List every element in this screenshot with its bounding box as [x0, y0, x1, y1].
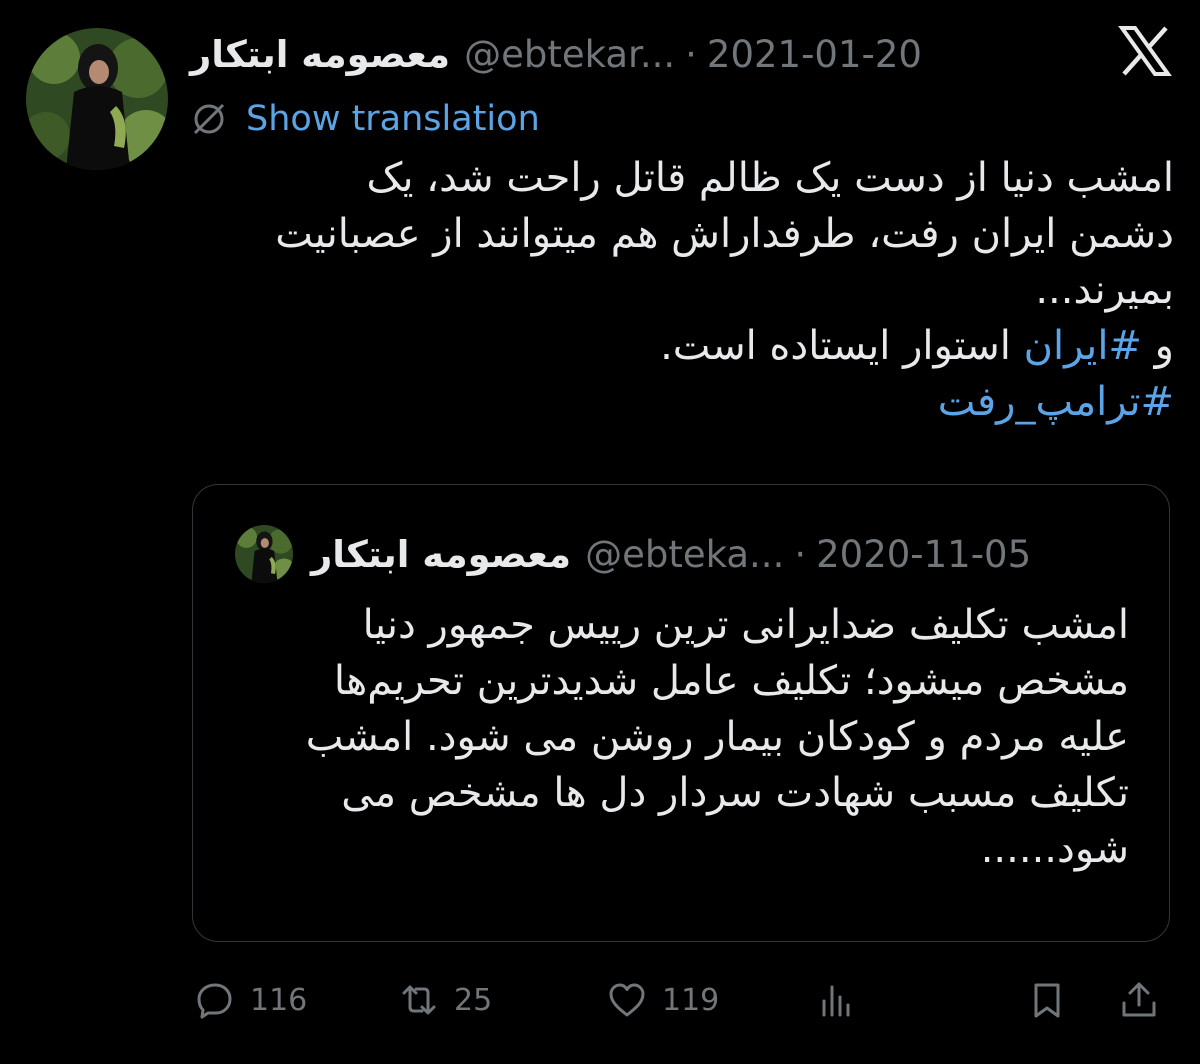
tweet-date[interactable]: 2021-01-20: [707, 33, 922, 76]
author-avatar[interactable]: [26, 28, 168, 170]
bookmark-button[interactable]: [1026, 968, 1068, 1032]
tweet-header: معصومه ابتکار @ebtekar... · 2021-01-20: [190, 26, 922, 82]
tweet-text: امشب دنیا از دست یک ظالم قاتل راحت شد، ی…: [190, 150, 1174, 430]
like-count: 119: [662, 982, 720, 1018]
action-bar: 116 25 119: [190, 968, 1174, 1032]
reply-button[interactable]: 116: [194, 968, 307, 1032]
x-logo-icon: [1116, 22, 1174, 80]
hashtag-trump-left[interactable]: #ترامپ_رفت: [938, 379, 1174, 425]
author-handle[interactable]: @ebtekar...: [464, 33, 675, 76]
quoted-line: مشخص میشود؛ تکلیف عامل شدیدترین تحریم‌ها: [333, 658, 1129, 704]
quoted-line: امشب تکلیف ضدایرانی ترین رییس جمهور دنیا: [362, 602, 1129, 648]
separator-dot: ·: [685, 32, 697, 76]
tweet-line: و #ایران استوار ایستاده است.: [190, 318, 1174, 374]
share-button[interactable]: [1118, 968, 1160, 1032]
tweet-line: دشمن ایران رفت، طرفداراش هم میتوانند از …: [275, 211, 1174, 257]
reply-icon: [197, 983, 232, 1019]
views-button[interactable]: [816, 968, 858, 1032]
views-icon: [822, 985, 850, 1017]
tweet-word: استوار ایستاده است.: [660, 323, 1011, 369]
tweet-line: امشب دنیا از دست یک ظالم قاتل راحت شد، ی…: [366, 155, 1174, 201]
quoted-author-handle: @ebteka...: [585, 532, 785, 576]
tweet-line: #ترامپ_رفت: [190, 374, 1174, 430]
repost-button[interactable]: 25: [398, 968, 492, 1032]
quoted-line: تکلیف مسبب شهادت سردار دل ها مشخص می: [341, 770, 1129, 816]
quoted-date: 2020-11-05: [816, 532, 1032, 576]
author-name[interactable]: معصومه ابتکار: [190, 33, 450, 76]
repost-count: 25: [454, 982, 493, 1018]
quoted-tweet[interactable]: معصومه ابتکار @ebteka... · 2020-11-05 ام…: [192, 484, 1170, 942]
quoted-line: شود......: [980, 826, 1129, 872]
tweet-word: و: [1154, 323, 1174, 369]
tweet-line: بمیرند...: [1035, 267, 1174, 313]
quoted-text: امشب تکلیف ضدایرانی ترین رییس جمهور دنیا…: [229, 597, 1129, 877]
like-button[interactable]: 119: [606, 968, 719, 1032]
quoted-author-name: معصومه ابتکار: [311, 532, 572, 576]
reply-count: 116: [250, 982, 308, 1018]
separator-dot: ·: [794, 532, 807, 576]
repost-icon: [402, 985, 436, 1015]
bookmark-icon: [1034, 983, 1060, 1018]
show-translation-button[interactable]: Show translation: [190, 94, 540, 144]
quoted-author-avatar: [235, 525, 293, 583]
heart-icon: [609, 983, 645, 1017]
quoted-line: علیه مردم و کودکان بیمار روشن می شود. ام…: [305, 714, 1129, 760]
show-translation-label: Show translation: [246, 99, 540, 139]
share-icon: [1122, 982, 1156, 1017]
globe-slash-icon: [193, 103, 225, 135]
quoted-header: معصومه ابتکار @ebteka... · 2020-11-05: [311, 527, 1031, 581]
hashtag-iran[interactable]: #ایران: [1024, 323, 1142, 369]
